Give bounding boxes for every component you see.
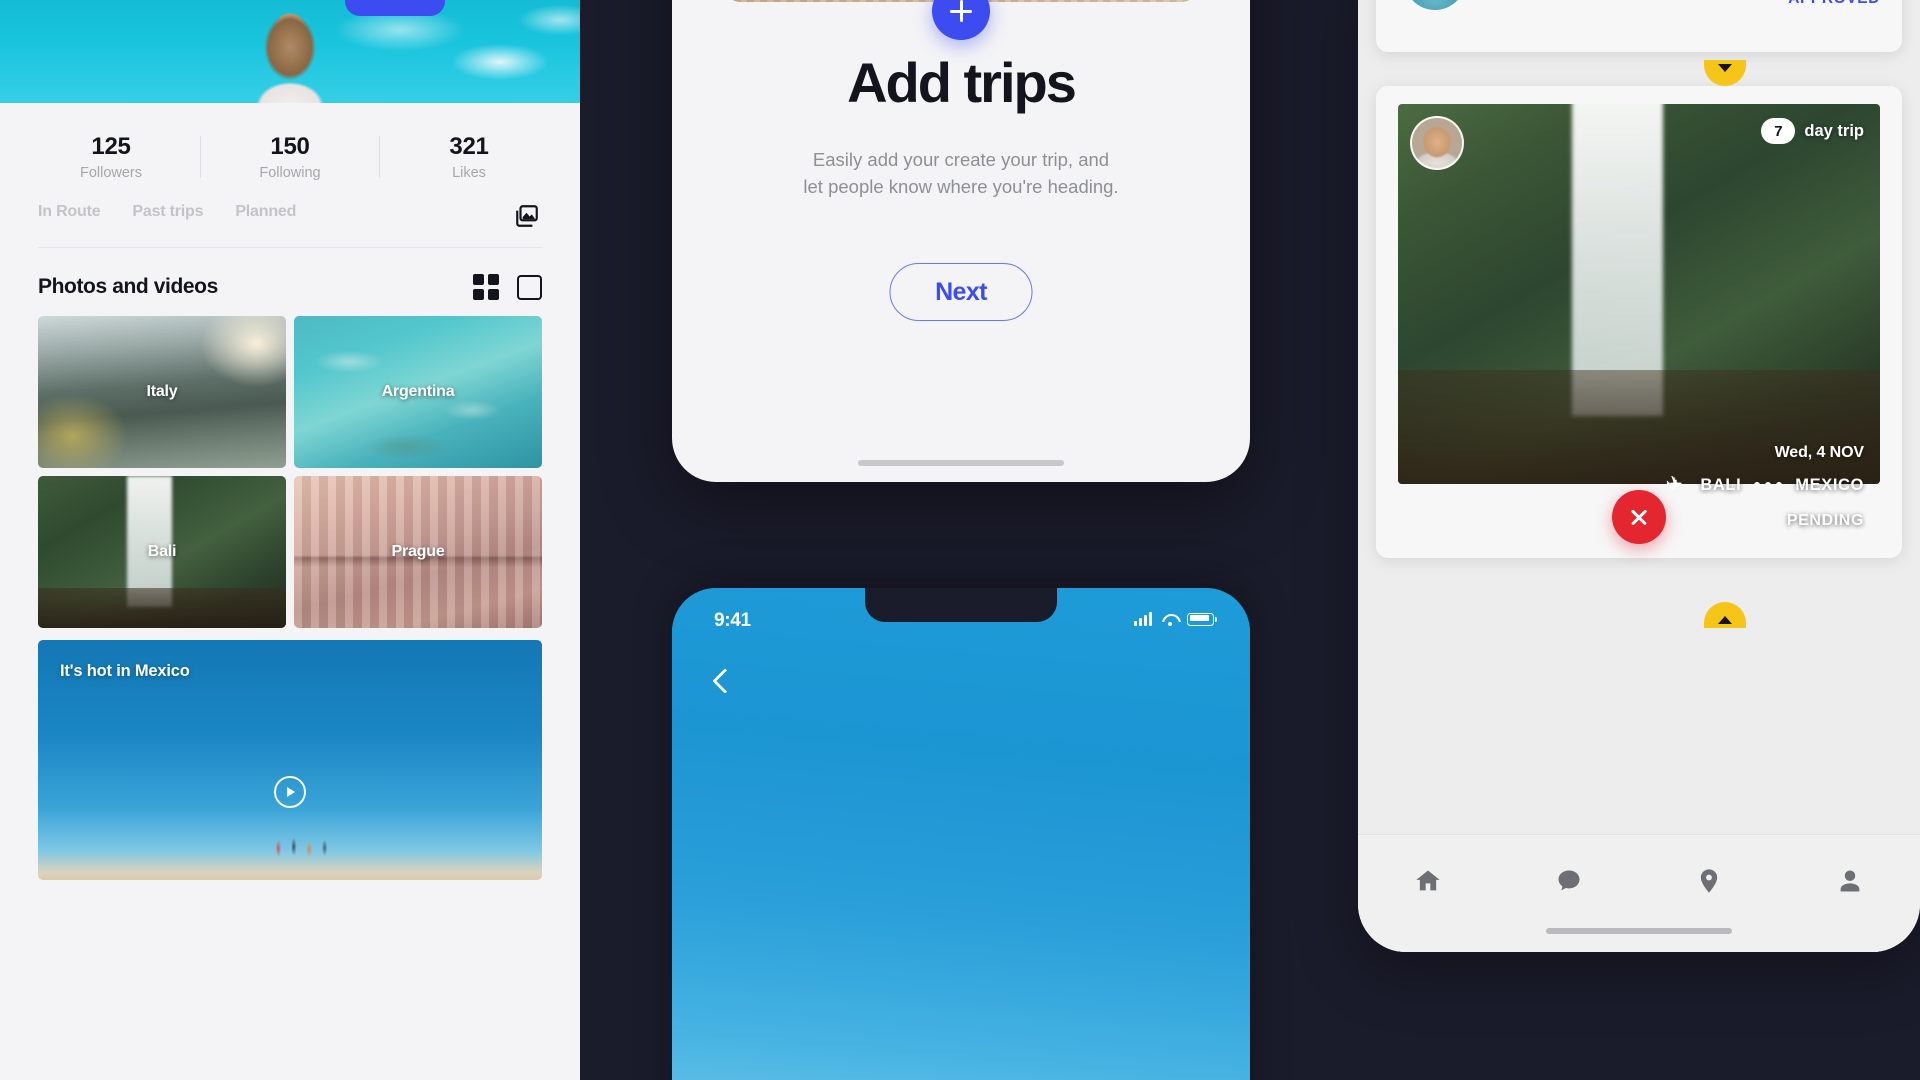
screenshot-stage: 125 Followers 150 Following 321 Likes In…: [0, 0, 1920, 1080]
stat-following[interactable]: 150 Following: [201, 133, 379, 181]
trip-date: Wed, 4 NOV: [1774, 444, 1865, 461]
photo-tile-argentina[interactable]: Argentina: [294, 316, 542, 468]
photo-caption: Prague: [391, 543, 445, 560]
trip-route: ✈ BALI MEXICO: [1665, 474, 1864, 496]
tab-planned[interactable]: Planned: [235, 203, 296, 229]
photo-caption: Bali: [147, 543, 177, 560]
chevron-down-icon[interactable]: [1704, 60, 1746, 86]
stat-followers-label: Followers: [79, 165, 143, 181]
trip-origin: BALI: [1700, 475, 1742, 494]
promo-title: It's hot in Mexico: [60, 662, 190, 680]
close-icon[interactable]: [1612, 490, 1666, 544]
detail-screen: 9:41: [672, 588, 1250, 1080]
status-bar-time: 9:41: [714, 610, 751, 631]
status-badge-approved: APPROVED: [1788, 0, 1880, 8]
stat-following-value: 150: [270, 133, 310, 160]
add-trips-screen: Add trips Easily add your create your tr…: [672, 0, 1250, 482]
tab-in-route[interactable]: In Route: [38, 203, 101, 229]
stat-likes[interactable]: 321 Likes: [380, 133, 558, 181]
play-icon[interactable]: [274, 776, 306, 808]
add-trips-subtitle-line2: let people know where you're heading.: [803, 176, 1119, 198]
photo-tile-italy[interactable]: Italy: [38, 316, 286, 468]
home-icon: [1416, 870, 1440, 891]
stat-following-label: Following: [259, 165, 321, 181]
nav-profile[interactable]: [1828, 861, 1872, 901]
home-indicator: [858, 460, 1064, 466]
photo-tile-bali[interactable]: Bali: [38, 476, 286, 628]
trips-panel: ✈ BALI MEXICO APPROVED 7 day trip Wed, 4…: [1358, 0, 1920, 952]
cover-action-pill[interactable]: [345, 0, 445, 16]
promo-people-decoration: [269, 828, 340, 862]
nav-home[interactable]: [1406, 861, 1450, 901]
battery-icon: [1187, 612, 1217, 626]
trips-panel-inner: ✈ BALI MEXICO APPROVED 7 day trip Wed, 4…: [1358, 0, 1920, 952]
cover-portrait-image: [215, 0, 365, 103]
day-label: day trip: [1804, 121, 1864, 140]
day-trip-badge: 7 day trip: [1761, 118, 1864, 144]
person-icon: [1840, 870, 1860, 892]
stat-followers-value: 125: [91, 133, 131, 160]
airplane-icon: ✈: [1665, 473, 1683, 496]
add-trips-subtitle-line1: Easily add your create your trip, and: [812, 149, 1110, 170]
add-trips-title: Add trips: [847, 51, 1077, 114]
gallery-header: Photos and videos: [0, 248, 580, 316]
stat-likes-label: Likes: [452, 165, 486, 181]
plus-icon[interactable]: [932, 0, 990, 40]
phone-notch: [865, 588, 1057, 622]
photo-tile-prague[interactable]: Prague: [294, 476, 542, 628]
route-dots-icon: [1754, 482, 1783, 488]
avatar: [1404, 0, 1466, 10]
bottom-navigation-bar: [1358, 834, 1920, 952]
trip-photo-bali: [1398, 104, 1880, 484]
profile-panel: 125 Followers 150 Following 321 Likes In…: [0, 0, 580, 1080]
avatar: [1410, 116, 1464, 170]
tab-past-trips[interactable]: Past trips: [132, 203, 203, 229]
photo-grid: Italy Argentina Bali Prague: [0, 316, 580, 628]
status-badge-pending: PENDING: [1786, 512, 1864, 529]
nav-chat[interactable]: [1547, 861, 1591, 901]
view-toggle-group: [473, 274, 542, 300]
chevron-up-icon[interactable]: [1704, 602, 1746, 628]
photo-library-icon[interactable]: [512, 203, 542, 229]
chat-icon: [1558, 870, 1580, 891]
home-indicator: [1546, 928, 1732, 934]
location-pin-icon: [1701, 869, 1718, 893]
day-count: 7: [1761, 118, 1796, 144]
nav-map[interactable]: [1687, 861, 1731, 901]
single-view-icon[interactable]: [517, 274, 542, 300]
detail-background: [672, 588, 1250, 1080]
signal-bars-icon: [1134, 612, 1152, 626]
grid-view-icon[interactable]: [473, 274, 499, 300]
detail-portrait-image: [891, 1058, 1031, 1080]
trip-card-pending[interactable]: 7 day trip Wed, 4 NOV ✈ BALI MEXICO PEND…: [1376, 86, 1902, 558]
photo-caption: Argentina: [381, 383, 455, 400]
stat-followers[interactable]: 125 Followers: [22, 133, 200, 181]
photo-caption: Italy: [146, 383, 178, 400]
profile-tabs: In Route Past trips Planned: [0, 193, 580, 247]
trip-card-approved[interactable]: ✈ BALI MEXICO APPROVED: [1376, 0, 1902, 52]
gallery-title: Photos and videos: [38, 275, 218, 298]
status-bar-indicators: [1134, 612, 1217, 626]
wifi-icon: [1161, 613, 1178, 626]
promo-video-card[interactable]: It's hot in Mexico: [38, 640, 542, 880]
next-button[interactable]: Next: [889, 263, 1033, 321]
profile-cover: [0, 0, 580, 103]
add-trips-subtitle: Easily add your create your trip, and le…: [672, 146, 1250, 201]
stat-likes-value: 321: [449, 133, 489, 160]
profile-stats: 125 Followers 150 Following 321 Likes: [0, 103, 580, 193]
trip-destination: MEXICO: [1795, 475, 1864, 494]
chevron-left-icon[interactable]: [710, 664, 732, 700]
